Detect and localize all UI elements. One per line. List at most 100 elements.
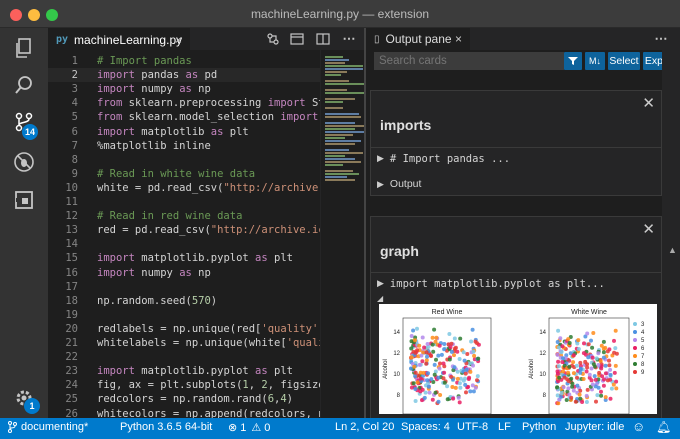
line-number: 7: [71, 139, 78, 152]
code-line[interactable]: 6 import matplotlib as plt: [48, 125, 320, 139]
card-code-row[interactable]: ▶ # Import pandas ...: [371, 147, 661, 169]
legend-marker: [633, 338, 637, 342]
debug-icon[interactable]: [0, 142, 48, 182]
expand-arrow-icon[interactable]: ▶: [377, 153, 384, 164]
source-control-icon[interactable]: 14: [0, 102, 48, 142]
scroll-up-arrow-icon[interactable]: ▲: [668, 245, 677, 255]
code-line[interactable]: 5 from sklearn.model_selection import tra: [48, 110, 320, 124]
split-editor-icon[interactable]: [314, 30, 332, 48]
scatter-point: [578, 360, 583, 365]
code-line[interactable]: 25 redcolors = np.random.rand(6,4): [48, 392, 320, 406]
more-actions-icon[interactable]: ⋯: [340, 30, 358, 48]
scatter-point: [599, 393, 604, 398]
python-file-icon: py: [56, 34, 69, 45]
toggle-preview-icon[interactable]: [288, 30, 306, 48]
collapse-arrow-icon[interactable]: ◢: [377, 294, 383, 303]
panel-scrollbar[interactable]: ▲: [662, 50, 680, 418]
scatter-point: [470, 327, 475, 332]
feedback-smiley-icon[interactable]: ☺: [632, 419, 645, 434]
open-changes-icon[interactable]: [264, 30, 282, 48]
card-imports[interactable]: ✕ imports ▶ # Import pandas ... ▶ Output: [370, 90, 662, 196]
scatter-point: [411, 328, 416, 333]
tab-machine-learning[interactable]: py machineLearning.py ×: [48, 28, 190, 50]
output-tab-bar: ▯ Output pane × ⋯: [366, 28, 680, 50]
code-line[interactable]: 12 # Read in red wine data: [48, 209, 320, 223]
cursor-position[interactable]: Ln 2, Col 20: [335, 421, 394, 433]
code-line[interactable]: 2 import pandas as pd: [48, 68, 320, 83]
card-close-icon[interactable]: ✕: [642, 94, 655, 112]
card-code-row[interactable]: ▶ import matplotlib.pyplot as plt...: [371, 272, 661, 294]
legend-label: 6: [641, 346, 645, 352]
scatter-point: [413, 387, 418, 391]
code-line[interactable]: 15 import matplotlib.pyplot as plt: [48, 251, 320, 265]
code-line[interactable]: 16 import numpy as np: [48, 266, 320, 280]
code-line[interactable]: 1 # Import pandas: [48, 54, 320, 68]
card-output-row[interactable]: ◢: [371, 292, 661, 304]
card-close-icon[interactable]: ✕: [642, 220, 655, 238]
settings-gear-icon[interactable]: 1: [0, 378, 48, 418]
scatter-point: [437, 366, 442, 371]
extensions-icon[interactable]: [0, 180, 48, 220]
code-line[interactable]: 20 redlabels = np.unique(red['quality']): [48, 322, 320, 336]
minimap-line: [325, 158, 355, 160]
code-line[interactable]: 7 %matplotlib inline: [48, 139, 320, 153]
code-line[interactable]: 8: [48, 153, 320, 167]
code-editor[interactable]: 1 # Import pandas 2 import pandas as pd 3 imp…: [48, 50, 320, 418]
scatter-point: [613, 328, 618, 333]
tab-close-icon[interactable]: ×: [175, 33, 182, 47]
code-line[interactable]: 9 # Read in white wine data: [48, 167, 320, 181]
notifications-bell-icon[interactable]: 🔔︎: [656, 420, 671, 434]
indentation[interactable]: Spaces: 4: [401, 421, 450, 433]
code-text: redcolors = np.random.rand(6,4): [97, 393, 293, 406]
minimap-line: [325, 173, 359, 175]
search-icon[interactable]: [0, 65, 48, 105]
code-line[interactable]: 3 import numpy as np: [48, 82, 320, 96]
minimap[interactable]: [320, 50, 365, 418]
line-number: 10: [65, 181, 78, 194]
code-line[interactable]: 11: [48, 195, 320, 209]
branch-status[interactable]: documenting*: [8, 421, 88, 433]
output-tab-close-icon[interactable]: ×: [455, 32, 462, 46]
card-graph[interactable]: ✕ graph ▶ import matplotlib.pyplot as pl…: [370, 216, 662, 418]
minimap-line: [325, 62, 345, 64]
code-line[interactable]: 18 np.random.seed(570): [48, 294, 320, 308]
python-interpreter[interactable]: Python 3.6.5 64-bit: [120, 421, 212, 433]
explorer-icon[interactable]: [0, 28, 48, 68]
problems-status[interactable]: ⊗ 1 ⚠ 0: [228, 421, 270, 435]
search-cards-input[interactable]: [374, 52, 564, 70]
code-line[interactable]: 17: [48, 280, 320, 294]
markdown-button[interactable]: M↓: [585, 52, 605, 70]
legend-marker: [633, 354, 637, 358]
minimap-line: [325, 65, 363, 67]
filter-icon[interactable]: [564, 52, 582, 70]
scatter-point: [431, 349, 436, 354]
card-output-row[interactable]: ▶ Output: [371, 173, 661, 195]
scatter-point: [603, 345, 608, 350]
scatter-point: [417, 362, 422, 367]
expand-arrow-icon[interactable]: ▶: [377, 179, 384, 190]
code-line[interactable]: 26 whitecolors = np.append(redcolors, np.…: [48, 407, 320, 419]
code-line[interactable]: 13 red = pd.read_csv("http://archive.ics.…: [48, 223, 320, 237]
output-more-icon[interactable]: ⋯: [652, 30, 670, 48]
code-line[interactable]: 21 whitelabels = np.unique(white['quality…: [48, 336, 320, 350]
expand-arrow-icon[interactable]: ▶: [377, 278, 384, 289]
code-line[interactable]: 23 import matplotlib.pyplot as plt: [48, 364, 320, 378]
encoding[interactable]: UTF-8: [457, 421, 488, 433]
end-of-line[interactable]: LF: [498, 421, 511, 433]
tab-output-pane[interactable]: ▯ Output pane ×: [366, 28, 470, 50]
code-line[interactable]: 24 fig, ax = plt.subplots(1, 2, figsize=(…: [48, 378, 320, 392]
scatter-point: [458, 385, 463, 390]
code-line[interactable]: 4 from sklearn.preprocessing import Stand: [48, 96, 320, 110]
code-line[interactable]: 22: [48, 350, 320, 364]
minimap-line: [325, 80, 349, 82]
jupyter-status[interactable]: Jupyter: idle: [565, 421, 624, 433]
y-axis-label: Alcohol: [383, 359, 389, 379]
select-button[interactable]: Select: [608, 52, 640, 70]
code-line[interactable]: 14: [48, 237, 320, 251]
code-text: # Read in white wine data: [97, 167, 256, 180]
scatter-point: [612, 350, 617, 355]
code-line[interactable]: 10 white = pd.read_csv("http://archive.ic…: [48, 181, 320, 195]
language-mode[interactable]: Python: [522, 421, 556, 433]
minimap-line: [325, 113, 359, 115]
code-line[interactable]: 19: [48, 308, 320, 322]
